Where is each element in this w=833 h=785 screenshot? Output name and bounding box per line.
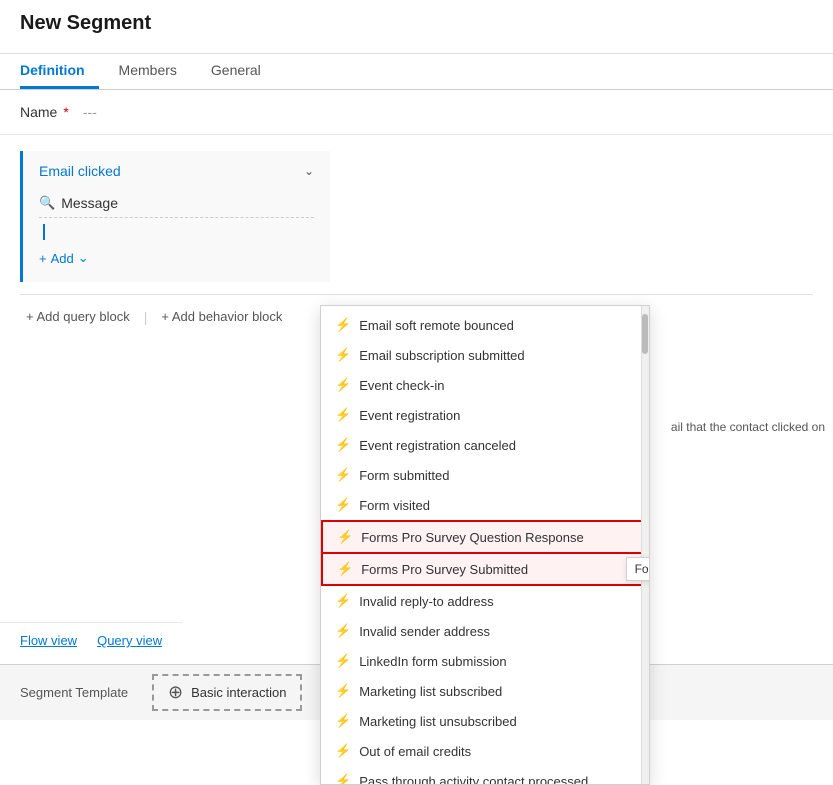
dropdown-item-label: Form submitted	[359, 468, 449, 483]
dropdown-item[interactable]: ⚡ Email soft remote bounced	[321, 310, 649, 340]
lightning-icon: ⚡	[335, 743, 351, 759]
add-chevron-icon: ⌄	[78, 250, 89, 266]
lightning-icon: ⚡	[335, 467, 351, 483]
name-label: Name	[20, 104, 57, 120]
search-icon: 🔍	[39, 195, 55, 211]
dropdown-item-label: Marketing list subscribed	[359, 684, 502, 699]
lightning-icon: ⚡	[335, 407, 351, 423]
dropdown-item-label: Email soft remote bounced	[359, 318, 514, 333]
segment-template-box[interactable]: ⊕ Basic interaction	[152, 674, 302, 711]
add-label: Add	[51, 251, 74, 266]
flow-view-tab[interactable]: Flow view	[20, 633, 77, 648]
lightning-icon: ⚡	[335, 593, 351, 609]
dropdown-item-label: Forms Pro Survey Submitted	[361, 562, 528, 577]
dropdown-item[interactable]: ⚡ Marketing list subscribed	[321, 676, 649, 706]
right-clip-text: ail that the contact clicked on	[671, 420, 833, 434]
dropdown-inner: ⚡ Email soft remote bounced ⚡ Email subscri…	[321, 306, 649, 785]
lightning-icon: ⚡	[335, 347, 351, 363]
lightning-icon: ⚡	[335, 713, 351, 729]
name-row: Name * ---	[0, 90, 833, 135]
dropdown-item-label: Event registration canceled	[359, 438, 516, 453]
tooltip-badge: Forms Pro Survey Question Response	[626, 557, 649, 581]
add-query-block-button[interactable]: + Add query block	[20, 305, 136, 328]
lightning-icon: ⚡	[337, 561, 353, 577]
dropdown-item-label: Event registration	[359, 408, 460, 423]
blue-line-divider	[43, 224, 45, 240]
dropdown-item-label: Out of email credits	[359, 744, 471, 759]
query-view-tab[interactable]: Query view	[97, 633, 162, 648]
name-value: ---	[83, 104, 97, 120]
lightning-icon: ⚡	[335, 683, 351, 699]
dropdown-item[interactable]: ⚡ Event registration	[321, 400, 649, 430]
dropdown-item[interactable]: ⚡ Form visited	[321, 490, 649, 520]
page-container: New Segment Definition Members General N…	[0, 0, 833, 720]
dropdown-item[interactable]: ⚡ Event check-in	[321, 370, 649, 400]
name-required: *	[63, 104, 68, 120]
lightning-icon: ⚡	[335, 317, 351, 333]
tabs-bar: Definition Members General	[0, 54, 833, 90]
interaction-icon: ⊕	[168, 682, 183, 703]
dropdown-item[interactable]: ⚡ Pass through activity contact processed	[321, 766, 649, 785]
dropdown-item-label: Form visited	[359, 498, 430, 513]
view-tabs: Flow view Query view	[0, 622, 182, 658]
separator: |	[144, 309, 148, 325]
template-name: Basic interaction	[191, 685, 286, 700]
dropdown-item-label: LinkedIn form submission	[359, 654, 506, 669]
dropdown-item[interactable]: ⚡ Email subscription submitted	[321, 340, 649, 370]
dropdown-item[interactable]: ⚡ Invalid reply-to address	[321, 586, 649, 616]
chevron-down-icon[interactable]: ⌄	[304, 164, 314, 178]
tab-definition[interactable]: Definition	[20, 54, 99, 89]
dropdown-item[interactable]: ⚡ LinkedIn form submission	[321, 646, 649, 676]
lightning-icon: ⚡	[337, 529, 353, 545]
lightning-icon: ⚡	[335, 653, 351, 669]
dropdown-item-label: Event check-in	[359, 378, 444, 393]
add-button[interactable]: + Add ⌄	[39, 246, 89, 270]
dropdown-item[interactable]: ⚡ Forms Pro Survey Question Response	[321, 520, 649, 554]
dropdown-item-label: Marketing list unsubscribed	[359, 714, 517, 729]
page-title: New Segment	[20, 12, 813, 35]
query-block: Email clicked ⌄ 🔍 Message + Add ⌄	[20, 151, 330, 282]
query-block-title: Email clicked	[39, 163, 121, 179]
lightning-icon: ⚡	[335, 773, 351, 785]
message-text: Message	[61, 195, 118, 211]
page-header: New Segment	[0, 0, 833, 54]
dropdown-item[interactable]: ⚡ Forms Pro Survey Submitted Forms Pro Sur…	[321, 554, 649, 586]
main-content: Email clicked ⌄ 🔍 Message + Add ⌄ ail th…	[0, 135, 833, 354]
lightning-icon: ⚡	[335, 377, 351, 393]
dropdown-item[interactable]: ⚡ Marketing list unsubscribed	[321, 706, 649, 736]
dropdown-item-label: Email subscription submitted	[359, 348, 524, 363]
add-behavior-block-button[interactable]: + Add behavior block	[155, 305, 288, 328]
dropdown-item-label: Invalid sender address	[359, 624, 490, 639]
dropdown-item[interactable]: ⚡ Form submitted	[321, 460, 649, 490]
segment-template-label: Segment Template	[20, 685, 140, 700]
plus-icon: +	[39, 251, 47, 266]
lightning-icon: ⚡	[335, 623, 351, 639]
message-row: 🔍 Message	[39, 189, 314, 218]
lightning-icon: ⚡	[335, 437, 351, 453]
dropdown-menu: ⚡ Email soft remote bounced ⚡ Email subscri…	[320, 305, 650, 785]
query-block-header: Email clicked ⌄	[39, 163, 314, 179]
tab-members[interactable]: Members	[119, 54, 191, 89]
tab-general[interactable]: General	[211, 54, 275, 89]
dropdown-item-label: Invalid reply-to address	[359, 594, 493, 609]
dropdown-item[interactable]: ⚡ Event registration canceled	[321, 430, 649, 460]
dropdown-item-label: Pass through activity contact processed	[359, 774, 588, 785]
dropdown-item[interactable]: ⚡ Out of email credits	[321, 736, 649, 766]
dropdown-item-label: Forms Pro Survey Question Response	[361, 530, 584, 545]
dropdown-item[interactable]: ⚡ Invalid sender address	[321, 616, 649, 646]
lightning-icon: ⚡	[335, 497, 351, 513]
